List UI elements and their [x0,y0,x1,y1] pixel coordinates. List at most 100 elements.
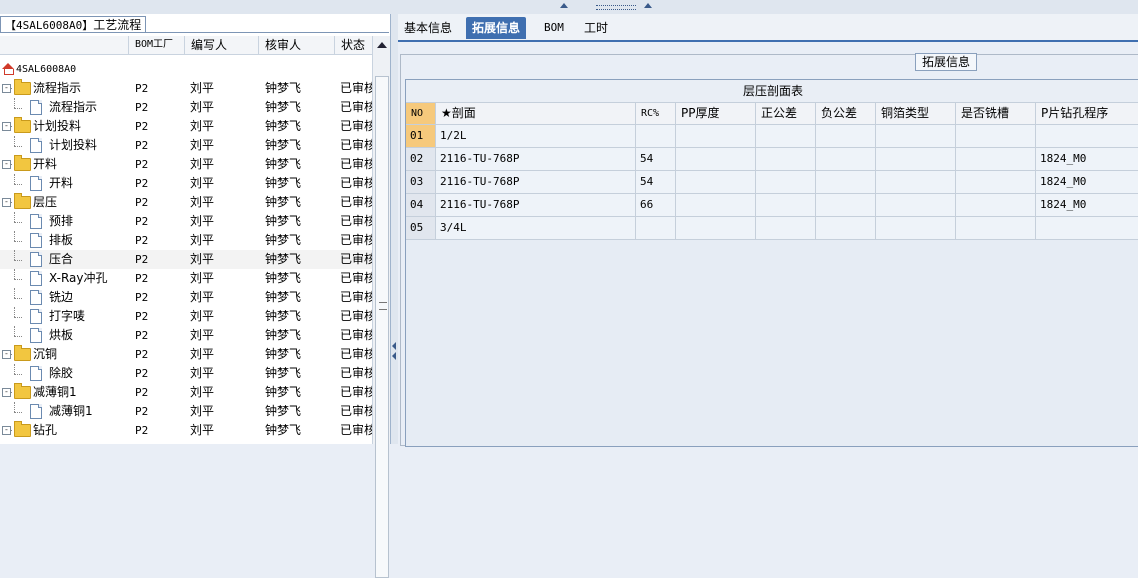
cell-minus-tol[interactable] [816,194,876,216]
collapse-left-icon[interactable] [392,342,396,350]
cell-drill-program[interactable]: 1824_M0 [1036,171,1138,193]
cell-pp-thickness[interactable] [676,171,756,193]
cell-pp-thickness[interactable] [676,217,756,239]
cell-rc[interactable]: 54 [636,148,676,170]
cell-rc[interactable] [636,125,676,147]
cell-copper-type[interactable] [876,148,956,170]
collapse-left-icon-2[interactable] [392,352,396,360]
grid-row[interactable]: 02 2116-TU-768P 54 1824_M0 [406,148,1138,171]
cell-milled-slot[interactable] [956,217,1036,239]
cell-drill-program[interactable]: 1824_M0 [1036,148,1138,170]
col-reviewer[interactable]: 核审人 [258,36,335,54]
tree-node-step[interactable]: 排板 P2 刘平 钟梦飞 已审核 [0,231,372,250]
grid-row[interactable]: 04 2116-TU-768P 66 1824_M0 [406,194,1138,217]
cell-milled-slot[interactable] [956,171,1036,193]
cell-plus-tol[interactable] [756,194,816,216]
col-plus-tol[interactable]: 正公差 [756,103,816,124]
col-writer[interactable]: 编写人 [184,36,259,54]
tree-node-step[interactable]: 除胶 P2 刘平 钟梦飞 已审核 [0,364,372,383]
tree-node-step[interactable]: 减薄铜1 P2 刘平 钟梦飞 已审核 [0,402,372,421]
col-no[interactable]: NO [406,103,436,124]
cell-copper-type[interactable] [876,194,956,216]
cell-copper-type[interactable] [876,217,956,239]
cell-no[interactable]: 01 [406,125,436,147]
col-milled-slot[interactable]: 是否铣槽 [956,103,1036,124]
tree-node-step[interactable]: 流程指示 P2 刘平 钟梦飞 已审核 [0,98,372,117]
col-section[interactable]: ★剖面 [436,103,636,124]
tab-bom[interactable]: BOM [538,17,570,39]
cell-no[interactable]: 02 [406,148,436,170]
expand-toggle-icon[interactable]: - [2,122,11,131]
tab-basic-info[interactable]: 基本信息 [398,17,458,39]
cell-plus-tol[interactable] [756,217,816,239]
col-bom-factory[interactable]: BOM工厂 [128,36,183,54]
tree-node-folder[interactable]: - 钻孔 P2 刘平 钟梦飞 已审核 [0,421,372,440]
cell-plus-tol[interactable] [756,148,816,170]
expand-toggle-icon[interactable]: - [2,388,11,397]
cell-section[interactable]: 1/2L [436,125,636,147]
cell-copper-type[interactable] [876,125,956,147]
cell-milled-slot[interactable] [956,194,1036,216]
scroll-up-icon[interactable] [377,42,387,48]
tree-node-step[interactable]: 烘板 P2 刘平 钟梦飞 已审核 [0,326,372,345]
cell-minus-tol[interactable] [816,171,876,193]
cell-drill-program[interactable]: 1824_M0 [1036,194,1138,216]
expand-toggle-icon[interactable]: - [2,198,11,207]
col-drill-program[interactable]: P片钻孔程序 [1036,103,1138,124]
collapse-up-icon[interactable] [560,3,568,8]
tree-node-folder[interactable]: - 沉铜 P2 刘平 钟梦飞 已审核 [0,345,372,364]
collapse-grip[interactable] [596,5,636,10]
grid-row[interactable]: 05 3/4L [406,217,1138,240]
tree-scrollbar[interactable] [372,36,390,578]
cell-no[interactable]: 03 [406,171,436,193]
col-rc[interactable]: RC% [636,103,676,124]
cell-plus-tol[interactable] [756,125,816,147]
cell-section[interactable]: 2116-TU-768P [436,171,636,193]
cell-section[interactable]: 2116-TU-768P [436,194,636,216]
tree-root[interactable]: 4SAL6008A0 [0,60,372,79]
cell-milled-slot[interactable] [956,125,1036,147]
tree-node-folder[interactable]: - 减薄铜1 P2 刘平 钟梦飞 已审核 [0,383,372,402]
panel-splitter[interactable] [391,14,398,444]
cell-rc[interactable] [636,217,676,239]
cell-pp-thickness[interactable] [676,194,756,216]
tab-extended-info[interactable]: 拓展信息 [466,17,527,45]
cell-minus-tol[interactable] [816,217,876,239]
expand-toggle-icon[interactable]: - [2,84,11,93]
tree-node-step[interactable]: 计划投料 P2 刘平 钟梦飞 已审核 [0,136,372,155]
expand-toggle-icon[interactable]: - [2,160,11,169]
scroll-thumb[interactable] [375,76,389,578]
expand-toggle-icon[interactable]: - [2,426,11,435]
col-status[interactable]: 状态 [334,36,373,54]
tree-node-step[interactable]: 铣边 P2 刘平 钟梦飞 已审核 [0,288,372,307]
cell-no[interactable]: 04 [406,194,436,216]
col-copper-type[interactable]: 铜箔类型 [876,103,956,124]
cell-pp-thickness[interactable] [676,125,756,147]
cell-rc[interactable]: 66 [636,194,676,216]
grid-row[interactable]: 03 2116-TU-768P 54 1824_M0 [406,171,1138,194]
tab-work-hours[interactable]: 工时 [578,17,614,39]
cell-minus-tol[interactable] [816,125,876,147]
cell-section[interactable]: 3/4L [436,217,636,239]
cell-section[interactable]: 2116-TU-768P [436,148,636,170]
tree-node-step[interactable]: 开料 P2 刘平 钟梦飞 已审核 [0,174,372,193]
cell-plus-tol[interactable] [756,171,816,193]
cell-drill-program[interactable] [1036,217,1138,239]
tree-node-step[interactable]: 预排 P2 刘平 钟梦飞 已审核 [0,212,372,231]
tree-node-folder[interactable]: - 计划投料 P2 刘平 钟梦飞 已审核 [0,117,372,136]
cell-rc[interactable]: 54 [636,171,676,193]
tree-node-folder[interactable]: - 开料 P2 刘平 钟梦飞 已审核 [0,155,372,174]
cell-pp-thickness[interactable] [676,148,756,170]
grid-row[interactable]: 01 1/2L [406,125,1138,148]
tree-node-folder[interactable]: - 流程指示 P2 刘平 钟梦飞 已审核 [0,79,372,98]
collapse-up-icon-right[interactable] [644,3,652,8]
col-minus-tol[interactable]: 负公差 [816,103,876,124]
cell-minus-tol[interactable] [816,148,876,170]
cell-milled-slot[interactable] [956,148,1036,170]
expand-toggle-icon[interactable]: - [2,350,11,359]
tree-node-folder[interactable]: - 层压 P2 刘平 钟梦飞 已审核 [0,193,372,212]
col-pp-thickness[interactable]: PP厚度 [676,103,756,124]
tree-node-step[interactable]: X-Ray冲孔 P2 刘平 钟梦飞 已审核 [0,269,372,288]
tree-node-step[interactable]: 打字唛 P2 刘平 钟梦飞 已审核 [0,307,372,326]
cell-no[interactable]: 05 [406,217,436,239]
